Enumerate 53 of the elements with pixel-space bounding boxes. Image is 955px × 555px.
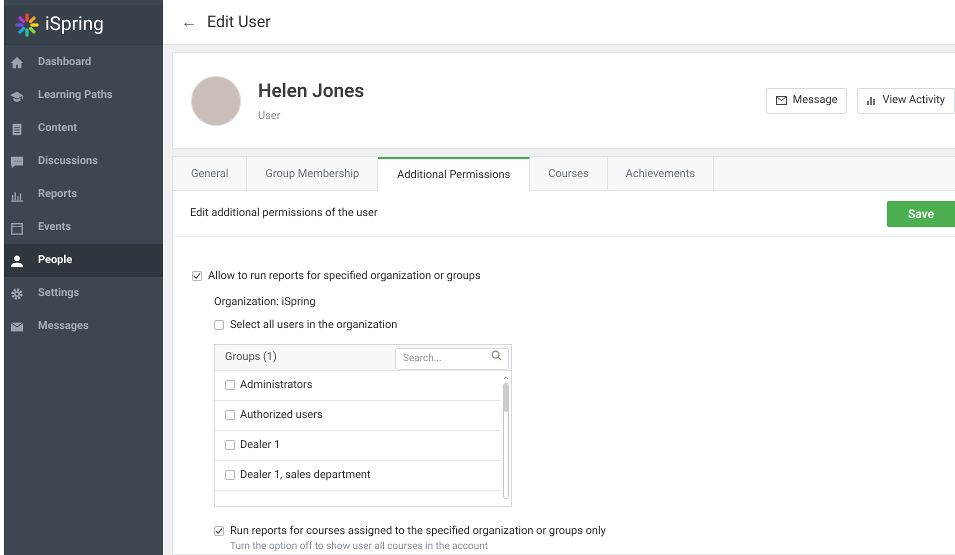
tab[interactable]: Courses: [530, 157, 608, 191]
description-text: Edit additional permissions of the user: [190, 205, 378, 222]
checkbox[interactable]: [225, 440, 235, 450]
checkbox[interactable]: [225, 470, 235, 480]
person-icon: [10, 254, 24, 268]
checkbox[interactable]: [225, 410, 235, 420]
checkbox-label: Allow to run reports for specified organization or groups: [208, 268, 481, 284]
checkbox-label: Select all users in the organization: [230, 317, 398, 333]
user-role: User: [258, 108, 282, 124]
hint-text: Turn the option off to show user all courses in the account: [230, 540, 490, 554]
checkbox[interactable]: [225, 380, 235, 390]
save-button[interactable]: Save: [887, 200, 955, 226]
checkbox[interactable]: [192, 271, 202, 282]
sidebar-item[interactable]: Events: [4, 211, 163, 244]
search-icon: [491, 350, 502, 362]
group-name: Authorized users: [240, 406, 323, 423]
groups-title: Groups (1): [225, 348, 277, 365]
action-button[interactable]: View Activity: [857, 88, 955, 114]
sidebar-item[interactable]: People: [4, 244, 163, 277]
sidebar-item[interactable]: Learning Paths: [4, 79, 163, 112]
bar-chart-icon: [867, 96, 876, 104]
logo-icon: [15, 12, 39, 36]
back-button[interactable]: ←: [181, 10, 197, 34]
chat-bubble-icon: [10, 154, 24, 168]
tab[interactable]: Achievements: [608, 157, 714, 191]
home-icon: [10, 56, 24, 70]
organization-label: Organization: iSpring: [214, 294, 317, 310]
checkbox[interactable]: [214, 320, 224, 330]
sidebar-item[interactable]: Content: [4, 112, 163, 145]
envelope-icon: [10, 320, 24, 334]
group-name: Dealer 1: [240, 436, 280, 453]
tab[interactable]: General: [173, 157, 248, 191]
logo-text: iSpring: [45, 11, 104, 38]
page-title: Edit User: [207, 11, 271, 33]
tab[interactable]: Additional Permissions: [378, 157, 530, 192]
checkbox[interactable]: [214, 526, 224, 536]
sidebar-item[interactable]: Dashboard: [4, 46, 163, 79]
search-field[interactable]: Search...: [395, 348, 509, 370]
avatar-photo: [191, 76, 241, 126]
checkbox-label: Run reports for courses assigned to the specified organization or groups only: [230, 522, 606, 538]
sidebar-item[interactable]: Messages: [4, 310, 163, 343]
group-name: Dealer 1, sales department: [240, 466, 371, 483]
group-name: Administrators: [240, 376, 312, 393]
sidebar-item[interactable]: Settings: [4, 277, 163, 310]
action-button[interactable]: Message: [766, 88, 848, 114]
settings-icon: [10, 286, 24, 300]
sidebar-item[interactable]: Discussions: [4, 145, 163, 178]
user-name: Helen Jones: [258, 78, 364, 104]
sidebar-item[interactable]: Reports: [4, 178, 163, 211]
calendar-icon: [10, 220, 24, 234]
chevron-up-icon[interactable]: [503, 376, 509, 380]
document-icon: [10, 122, 24, 136]
envelope-icon: [776, 96, 787, 105]
